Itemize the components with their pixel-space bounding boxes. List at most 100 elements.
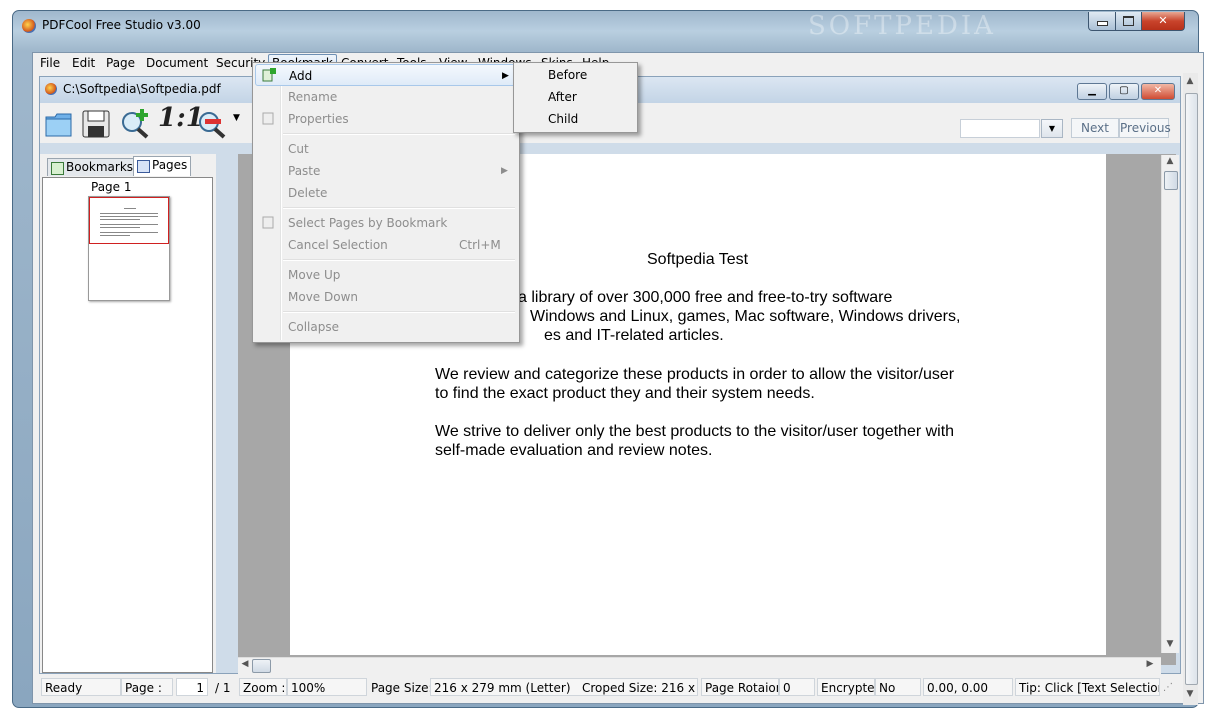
next-button[interactable]: Next: [1071, 118, 1119, 138]
vertical-scroll-thumb[interactable]: [1164, 171, 1178, 190]
thumbnail-text-line: [124, 208, 136, 209]
menu-item-select-pages-by-bookmark[interactable]: Select Pages by Bookmark: [255, 212, 517, 234]
menu-item-paste[interactable]: Paste ▶: [255, 160, 517, 182]
previous-button[interactable]: Previous: [1119, 118, 1171, 138]
document-vertical-scrollbar[interactable]: ▲ ▼: [1161, 155, 1179, 653]
scroll-up-icon[interactable]: ▲: [1183, 76, 1197, 86]
horizontal-scroll-thumb[interactable]: [252, 659, 271, 673]
submenu-arrow-icon: ▶: [501, 166, 508, 176]
thumbnail-text-line: [100, 224, 158, 225]
document-line: a library of over 300,000 free and free-…: [518, 289, 893, 306]
encrypted-label: Encrypted:: [817, 678, 875, 696]
add-submenu: Before After Child: [513, 62, 638, 133]
thumbnail-text-line: [100, 213, 158, 214]
thumbnail-text-line: [100, 216, 158, 217]
menu-item-cut[interactable]: Cut: [255, 138, 517, 160]
menu-item-label: Select Pages by Bookmark: [288, 216, 448, 230]
maximize-icon: [1123, 16, 1134, 26]
submenu-item-label: Child: [548, 112, 579, 126]
menu-item-label: Collapse: [288, 320, 339, 334]
menu-separator: [283, 133, 515, 135]
menu-item-label: Add: [289, 69, 313, 83]
document-line: self-made evaluation and review notes.: [435, 442, 713, 459]
thumbnail-text-line: [100, 232, 158, 233]
tab-bookmarks[interactable]: Bookmarks: [47, 158, 138, 176]
page-total: / 1: [215, 681, 231, 695]
document-maximize-button[interactable]: ▢: [1109, 83, 1139, 100]
document-close-button[interactable]: ✕: [1141, 83, 1175, 100]
scroll-down-icon[interactable]: ▼: [1163, 639, 1177, 649]
menu-item-collapse[interactable]: Collapse: [255, 316, 517, 338]
window-vertical-scrollbar[interactable]: ▲ ▼: [1183, 73, 1198, 705]
rotation-label: Page Rotaion:: [701, 678, 779, 696]
page-thumbnail[interactable]: [88, 196, 170, 301]
scroll-up-icon[interactable]: ▲: [1163, 156, 1177, 166]
scroll-left-icon[interactable]: ◀: [238, 659, 252, 669]
scroll-down-icon[interactable]: ▼: [1183, 689, 1197, 699]
actual-size-icon[interactable]: 1:1: [158, 103, 204, 133]
menu-item-properties[interactable]: Properties: [255, 108, 517, 130]
left-panel: Bookmarks Pages Page 1: [40, 154, 216, 673]
submenu-item-after[interactable]: After: [516, 86, 635, 108]
menu-item-label: Move Down: [288, 290, 358, 304]
client-area: File Edit Page Document Security Bookmar…: [32, 52, 1204, 704]
window-scroll-thumb[interactable]: [1185, 93, 1198, 685]
zoom-dropdown-icon[interactable]: ▼: [233, 103, 243, 133]
scroll-right-icon[interactable]: ▶: [1143, 659, 1157, 669]
menu-separator: [283, 311, 515, 313]
zoom-out-icon[interactable]: [197, 109, 227, 139]
page-label: Page :: [121, 678, 173, 696]
thumbnail-selection: [89, 197, 169, 244]
menu-item-rename[interactable]: Rename: [255, 86, 517, 108]
status-bar: Ready Page : 1 / 1 Zoom : 100% Page Size…: [33, 676, 1203, 700]
document-window: C:\Softpedia\Softpedia.pdf ▁ ▢ ✕ 1:1 ▼ ▼…: [39, 76, 1181, 674]
menu-item-delete[interactable]: Delete: [255, 182, 517, 204]
search-input[interactable]: [960, 119, 1040, 138]
open-folder-icon[interactable]: [44, 109, 74, 139]
page-number-field[interactable]: 1: [176, 678, 208, 696]
menu-item-label: Rename: [288, 90, 338, 104]
document-horizontal-scrollbar[interactable]: ◀ ▶: [238, 657, 1161, 674]
menu-item-label: Delete: [288, 186, 328, 200]
submenu-item-label: After: [548, 90, 577, 104]
document-line: We strive to deliver only the best produ…: [435, 423, 955, 440]
menu-page[interactable]: Page: [103, 55, 138, 71]
menu-item-label: Move Up: [288, 268, 341, 282]
tip-text: Tip: Click [Text Selection] bu: [1015, 678, 1160, 696]
zoom-in-icon[interactable]: [120, 109, 150, 139]
menu-item-cancel-selection[interactable]: Cancel Selection Ctrl+M: [255, 234, 517, 256]
submenu-item-child[interactable]: Child: [516, 108, 635, 130]
properties-icon: [262, 112, 274, 125]
menu-edit[interactable]: Edit: [69, 55, 98, 71]
save-icon[interactable]: [81, 109, 111, 139]
menu-document[interactable]: Document: [143, 55, 211, 71]
app-icon[interactable]: [22, 19, 36, 33]
resize-grip-icon[interactable]: ⋰: [1163, 679, 1173, 697]
watermark: SOFTPEDIA: [808, 11, 996, 41]
submenu-item-before[interactable]: Before: [516, 64, 635, 86]
title-bar[interactable]: PDFCool Free Studio v3.00 SOFTPEDIA ✕: [13, 11, 1198, 41]
close-button[interactable]: ✕: [1141, 12, 1185, 31]
document-minimize-button[interactable]: ▁: [1077, 83, 1107, 100]
document-line: es and IT-related articles.: [544, 327, 724, 344]
minimize-icon: [1096, 21, 1108, 26]
thumbnail-text-line: [100, 235, 130, 236]
tab-pages[interactable]: Pages: [133, 156, 192, 176]
menu-file[interactable]: File: [37, 55, 63, 71]
maximize-button[interactable]: [1115, 12, 1142, 31]
pages-list: Page 1: [42, 177, 213, 673]
menu-item-move-up[interactable]: Move Up: [255, 264, 517, 286]
menu-item-add[interactable]: Add ▶: [255, 64, 517, 86]
menu-separator: [283, 207, 515, 209]
menu-item-move-down[interactable]: Move Down: [255, 286, 517, 308]
submenu-item-label: Before: [548, 68, 588, 82]
zoom-label: Zoom :: [239, 678, 287, 696]
rotation-value: 0: [779, 678, 815, 696]
search-dropdown-button[interactable]: ▼: [1041, 119, 1063, 138]
document-line: We review and categorize these products …: [435, 366, 955, 383]
page-size-text: 216 x 279 mm (Letter): [434, 681, 571, 695]
pages-icon: [137, 160, 150, 173]
status-text: Ready: [41, 678, 121, 696]
minimize-button[interactable]: [1088, 12, 1116, 31]
cropped-size-text: Croped Size: 216 x 279 mm: [581, 681, 697, 695]
